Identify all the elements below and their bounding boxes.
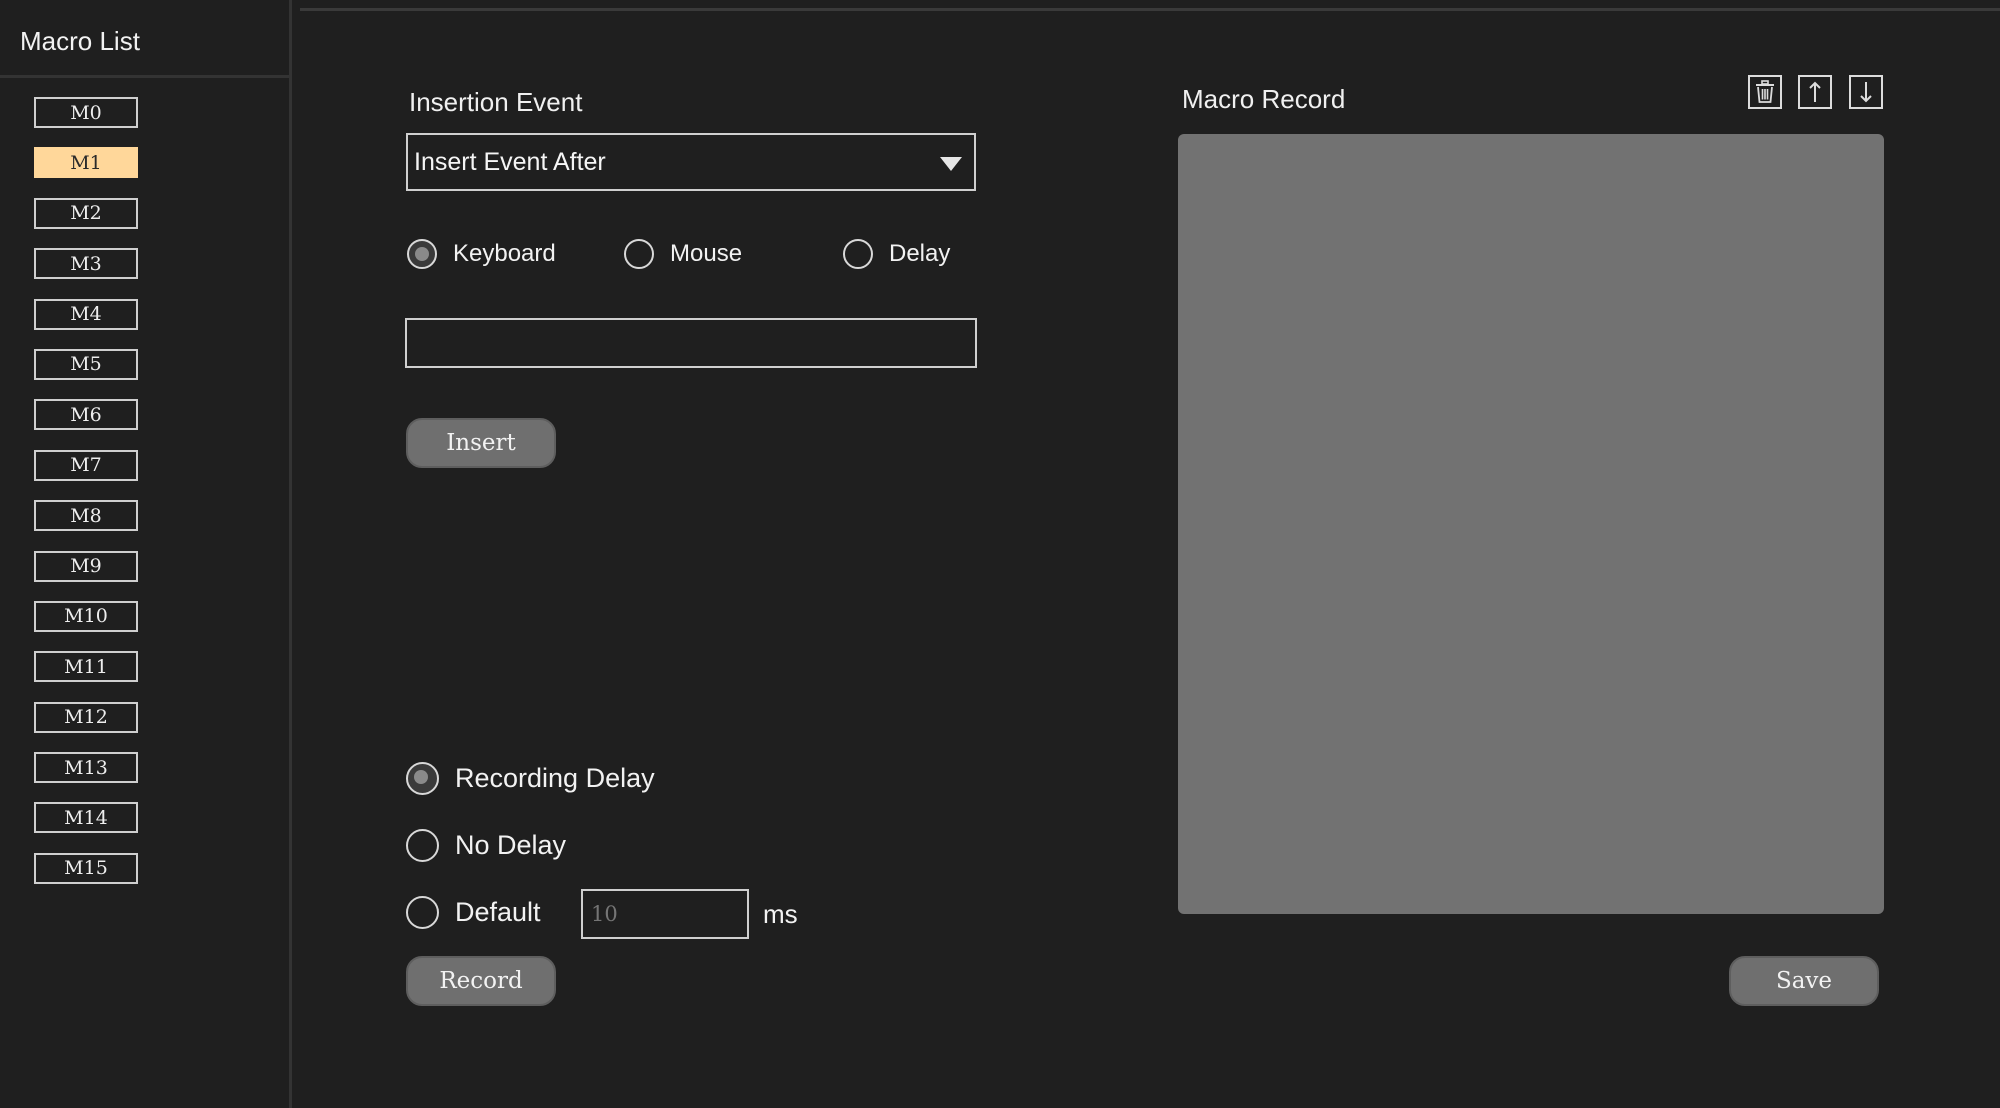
event-type-keyboard[interactable]: Keyboard [407,239,556,269]
sidebar-divider [0,75,292,78]
insertion-event-title: Insertion Event [409,87,583,117]
record-button[interactable]: Record [406,956,556,1006]
recording-delay-radio[interactable] [406,762,439,795]
event-type-delay[interactable]: Delay [843,239,950,269]
chevron-down-icon[interactable] [940,157,962,171]
macro-item-m15[interactable]: M15 [34,852,138,884]
macro-item-m4[interactable]: M4 [34,298,138,330]
delay-unit-label: ms [763,899,798,929]
macro-item-m13[interactable]: M13 [34,752,138,784]
arrow-down-icon[interactable] [1849,75,1883,109]
save-button[interactable]: Save [1729,956,1879,1006]
trash-icon[interactable] [1748,75,1782,109]
macro-list: M0 M1 M2 M3 M4 M5 M6 M7 M8 M9 M10 M11 M12 M13 M14 M15 [34,97,138,903]
option-default-delay[interactable]: Default [406,896,541,929]
macro-item-m14[interactable]: M14 [34,802,138,834]
insertion-event-dropdown[interactable]: Insert Event After [406,133,976,191]
option-no-delay[interactable]: No Delay [406,829,566,862]
default-delay-input[interactable] [581,889,749,939]
macro-item-m5[interactable]: M5 [34,348,138,380]
event-value-input[interactable] [405,318,977,368]
no-delay-radio[interactable] [406,829,439,862]
arrow-up-icon[interactable] [1798,75,1832,109]
macro-item-m12[interactable]: M12 [34,701,138,733]
macro-list-sidebar: Macro List M0 M1 M2 M3 M4 M5 M6 M7 M8 M9 M10 M11 M12… [0,0,292,1108]
macro-editor-window: Macro List M0 M1 M2 M3 M4 M5 M6 M7 M8 M9 M10 M11 M12… [0,0,2000,1108]
option-recording-delay[interactable]: Recording Delay [406,762,655,795]
top-divider [300,8,2000,11]
macro-record-list[interactable] [1178,134,1884,914]
recording-delay-label: Recording Delay [455,763,655,793]
macro-item-m11[interactable]: M11 [34,651,138,683]
insert-button[interactable]: Insert [406,418,556,468]
keyboard-radio[interactable] [407,239,437,269]
macro-record-title: Macro Record [1182,84,1346,114]
macro-item-m9[interactable]: M9 [34,550,138,582]
keyboard-radio-label: Keyboard [453,240,556,267]
default-delay-radio[interactable] [406,896,439,929]
macro-item-m6[interactable]: M6 [34,399,138,431]
delay-radio-label: Delay [889,240,951,267]
delay-radio[interactable] [843,239,873,269]
macro-item-m7[interactable]: M7 [34,449,138,481]
sidebar-title: Macro List [20,26,140,56]
macro-item-m8[interactable]: M8 [34,500,138,532]
macro-item-m10[interactable]: M10 [34,600,138,632]
mouse-radio-label: Mouse [670,240,743,267]
macro-item-m1[interactable]: M1 [34,147,138,179]
event-type-mouse[interactable]: Mouse [624,239,742,269]
macro-item-m0[interactable]: M0 [34,97,138,128]
macro-item-m2[interactable]: M2 [34,197,138,229]
mouse-radio[interactable] [624,239,654,269]
default-delay-label: Default [455,897,541,927]
no-delay-label: No Delay [455,830,567,860]
macro-item-m3[interactable]: M3 [34,248,138,280]
insertion-event-dropdown-value: Insert Event After [414,147,606,176]
